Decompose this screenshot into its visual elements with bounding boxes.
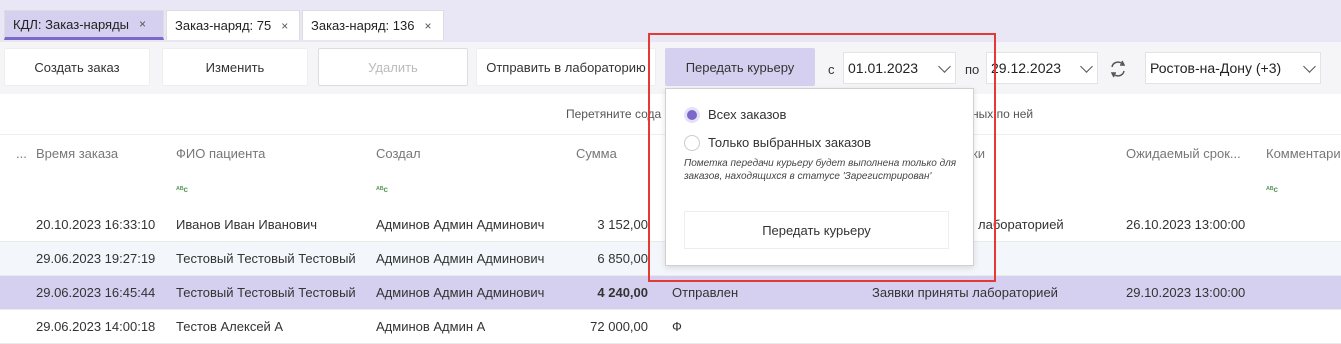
close-icon[interactable]: ×: [281, 19, 288, 33]
to-date-select[interactable]: 29.12.2023: [986, 52, 1098, 84]
chevron-down-icon: [1303, 60, 1316, 73]
col-expand[interactable]: ...: [16, 146, 27, 161]
refresh-icon[interactable]: [1103, 55, 1133, 83]
tab-label: Заказ-наряд: 75: [175, 18, 272, 33]
tab-order-75[interactable]: Заказ-наряд: 75 ×: [166, 10, 300, 40]
chevron-down-icon: [1080, 60, 1093, 73]
to-date-value: 29.12.2023: [991, 60, 1062, 76]
col-comment[interactable]: Комментарий: [1266, 146, 1341, 161]
text-filter-icon[interactable]: ᴬᴮc: [176, 185, 188, 194]
tab-order-136[interactable]: Заказ-наряд: 136 ×: [302, 10, 444, 40]
city-value: Ростов-на-Дону (+3): [1150, 60, 1282, 76]
create-order-button[interactable]: Создать заказ: [4, 48, 150, 86]
send-to-lab-button[interactable]: Отправить в лабораторию: [476, 48, 656, 86]
edit-button[interactable]: Изменить: [162, 48, 308, 86]
close-icon[interactable]: ×: [139, 17, 146, 31]
tab-label: Заказ-наряд: 136: [311, 18, 415, 33]
tab-kdl-orders[interactable]: КДЛ: Заказ-наряды ×: [4, 10, 164, 40]
col-sum[interactable]: Сумма: [576, 146, 617, 161]
table-row[interactable]: 29.06.2023 14:00:18 Тестов Алексей А Адм…: [0, 310, 1341, 344]
tab-label: КДЛ: Заказ-наряды: [13, 16, 130, 32]
col-patient[interactable]: ФИО пациента: [176, 146, 265, 161]
city-select[interactable]: Ростов-на-Дону (+3): [1145, 52, 1321, 84]
col-expected[interactable]: Ожидаемый срок...: [1126, 146, 1241, 161]
delete-button[interactable]: Удалить: [318, 48, 468, 86]
text-filter-icon[interactable]: ᴬᴮc: [376, 185, 388, 194]
highlight-frame: [648, 33, 996, 282]
close-icon[interactable]: ×: [424, 19, 431, 33]
col-creator[interactable]: Создал: [376, 146, 421, 161]
text-filter-icon[interactable]: ᴬᴮc: [1266, 185, 1278, 194]
col-order-time[interactable]: Время заказа: [36, 146, 118, 161]
